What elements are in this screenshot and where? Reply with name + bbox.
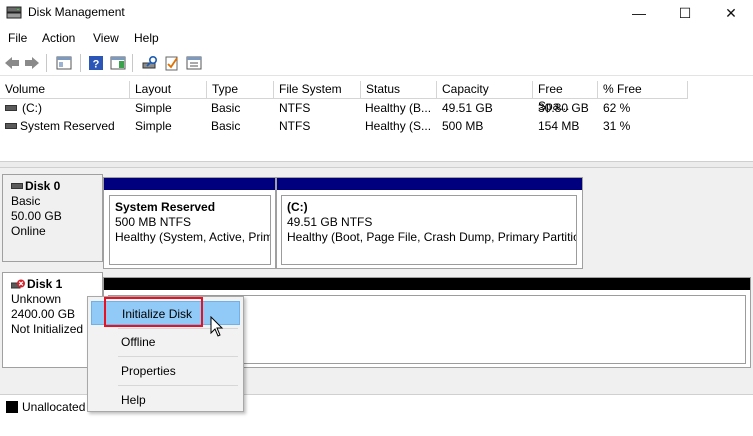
partition-status: Healthy (Boot, Page File, Crash Dump, Pr… bbox=[287, 230, 577, 244]
toolbar-separator bbox=[46, 54, 47, 72]
disk-1-state: Not Initialized bbox=[11, 322, 84, 336]
menu-item-label: Properties bbox=[121, 364, 176, 378]
disk-icon bbox=[11, 183, 23, 189]
partition-c-drive[interactable]: (C:) 49.51 GB NTFS Healthy (Boot, Page F… bbox=[276, 177, 583, 269]
table-cell-status: Healthy (B... bbox=[365, 101, 432, 115]
disk-0-size: 50.00 GB bbox=[11, 209, 62, 223]
table-cell-free-space: 30.80 GB bbox=[538, 101, 589, 115]
menu-help[interactable]: Help bbox=[134, 31, 159, 45]
volume-icon bbox=[5, 123, 17, 129]
primary-partition-bar bbox=[104, 178, 275, 190]
pane-icon bbox=[110, 56, 126, 70]
column-header-file-system[interactable]: File System bbox=[274, 81, 361, 99]
minimize-icon: — bbox=[632, 5, 646, 21]
minimize-button[interactable]: — bbox=[616, 0, 662, 26]
menu-file[interactable]: File bbox=[8, 31, 27, 45]
table-cell-percent-free: 31 % bbox=[603, 119, 631, 133]
help-button[interactable]: ? bbox=[86, 53, 106, 73]
window-title: Disk Management bbox=[28, 5, 125, 19]
menu-separator bbox=[118, 385, 238, 386]
partition-status: Healthy (System, Active, Prim bbox=[115, 230, 271, 244]
disk-management-icon bbox=[6, 6, 22, 19]
table-cell-free-space: 154 MB bbox=[538, 119, 580, 133]
primary-partition-bar bbox=[277, 178, 582, 190]
unallocated-swatch bbox=[6, 401, 18, 413]
table-cell-volume: System Reserved bbox=[20, 119, 115, 133]
maximize-button[interactable]: ☐ bbox=[662, 0, 708, 26]
column-header-type[interactable]: Type bbox=[207, 81, 274, 99]
column-header-free-space[interactable]: Free Spa... bbox=[533, 81, 598, 113]
disk-1-size: 2400.00 GB bbox=[11, 307, 76, 321]
menu-item-label: Help bbox=[121, 393, 146, 407]
column-header-layout[interactable]: Layout bbox=[130, 81, 207, 99]
table-cell-status: Healthy (S... bbox=[365, 119, 432, 133]
menu-item-label: Initialize Disk bbox=[122, 307, 193, 321]
partition-c-drive-details: (C:) 49.51 GB NTFS Healthy (Boot, Page F… bbox=[281, 195, 577, 265]
close-button[interactable]: ✕ bbox=[708, 0, 753, 26]
disk-0-type: Basic bbox=[11, 194, 41, 208]
properties-icon bbox=[186, 56, 202, 70]
table-cell-file-system: NTFS bbox=[279, 119, 311, 133]
context-menu: Initialize Disk Offline Properties Help bbox=[87, 296, 244, 412]
disk-0-state: Online bbox=[11, 224, 46, 238]
pane-splitter[interactable] bbox=[0, 161, 753, 168]
partition-title: (C:) bbox=[287, 200, 308, 214]
disk-1-name: Disk 1 bbox=[27, 277, 63, 291]
partition-size: 500 MB NTFS bbox=[115, 215, 192, 229]
table-cell-type: Basic bbox=[211, 119, 241, 133]
menu-action[interactable]: Action bbox=[42, 31, 75, 45]
menu-bar: File Action View Help bbox=[0, 27, 753, 49]
checkmark-document-icon bbox=[165, 56, 178, 71]
menu-item-properties[interactable]: Properties bbox=[91, 359, 240, 383]
close-icon: ✕ bbox=[725, 4, 737, 21]
title-bar: Disk Management — ☐ ✕ bbox=[0, 0, 753, 26]
legend-label: Unallocated bbox=[22, 400, 86, 414]
forward-button[interactable] bbox=[22, 53, 42, 73]
menu-item-label: Offline bbox=[121, 335, 156, 349]
column-header-capacity[interactable]: Capacity bbox=[437, 81, 533, 99]
svg-text:?: ? bbox=[93, 59, 100, 71]
volume-icon bbox=[5, 105, 17, 111]
toolbar: ? bbox=[0, 50, 753, 76]
menu-separator bbox=[118, 356, 238, 357]
partition-size: 49.51 GB NTFS bbox=[287, 215, 373, 229]
volume-list: Volume Layout Type File System Status Ca… bbox=[0, 81, 753, 161]
toolbar-separator bbox=[80, 54, 81, 72]
column-header-status[interactable]: Status bbox=[361, 81, 437, 99]
properties-list-button[interactable] bbox=[184, 53, 204, 73]
unallocated-bar bbox=[104, 278, 750, 290]
table-cell-volume: (C:) bbox=[22, 101, 42, 115]
column-header-volume[interactable]: Volume bbox=[0, 81, 130, 99]
rescan-icon bbox=[142, 55, 158, 69]
table-cell-percent-free: 62 % bbox=[603, 101, 631, 115]
table-cell-capacity: 49.51 GB bbox=[442, 101, 493, 115]
partition-system-reserved-details: System Reserved 500 MB NTFS Healthy (Sys… bbox=[109, 195, 271, 265]
partition-system-reserved[interactable]: System Reserved 500 MB NTFS Healthy (Sys… bbox=[103, 177, 276, 269]
table-cell-layout: Simple bbox=[135, 119, 172, 133]
table-cell-file-system: NTFS bbox=[279, 101, 311, 115]
console-tree-icon bbox=[56, 56, 72, 70]
rescan-disks-button[interactable] bbox=[140, 53, 160, 73]
table-cell-layout: Simple bbox=[135, 101, 172, 115]
mouse-cursor-icon bbox=[210, 316, 224, 337]
column-header-percent-free[interactable]: % Free bbox=[598, 81, 688, 99]
maximize-icon: ☐ bbox=[678, 4, 692, 21]
table-cell-type: Basic bbox=[211, 101, 241, 115]
menu-view[interactable]: View bbox=[93, 31, 119, 45]
disk-0-label[interactable]: Disk 0 Basic 50.00 GB Online bbox=[2, 174, 103, 262]
disk-error-icon bbox=[11, 279, 25, 289]
menu-item-help[interactable]: Help bbox=[91, 388, 240, 412]
help-icon: ? bbox=[89, 56, 103, 71]
forward-arrow-icon bbox=[25, 57, 39, 69]
check-properties-button[interactable] bbox=[162, 53, 182, 73]
partition-title: System Reserved bbox=[115, 200, 216, 214]
back-button[interactable] bbox=[2, 53, 22, 73]
back-arrow-icon bbox=[5, 57, 19, 69]
toolbar-separator bbox=[132, 54, 133, 72]
show-hide-pane-button[interactable] bbox=[108, 53, 128, 73]
disk-0-name: Disk 0 bbox=[25, 179, 61, 193]
disk-1-type: Unknown bbox=[11, 292, 62, 306]
console-tree-button[interactable] bbox=[54, 53, 74, 73]
table-cell-capacity: 500 MB bbox=[442, 119, 484, 133]
